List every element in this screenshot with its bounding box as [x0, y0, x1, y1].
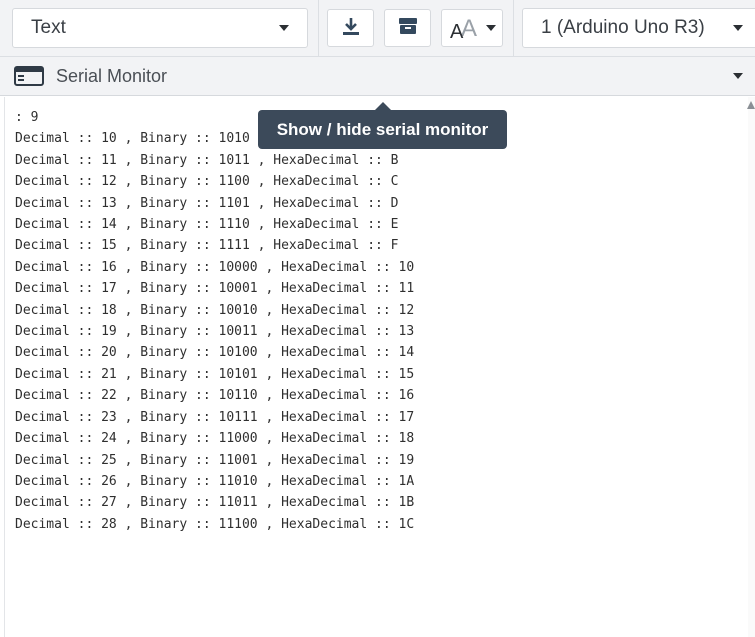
archive-icon: [396, 15, 420, 42]
output-line: Decimal :: 15 , Binary :: 1111 , HexaDec…: [15, 238, 399, 254]
chevron-down-icon: [733, 25, 743, 31]
output-line: Decimal :: 27 , Binary :: 11011 , HexaDe…: [15, 495, 415, 511]
serial-monitor-header[interactable]: Serial Monitor: [0, 57, 755, 96]
output-line: Decimal :: 13 , Binary :: 1101 , HexaDec…: [15, 195, 399, 211]
scrollbar[interactable]: [748, 97, 755, 637]
chevron-down-icon: [279, 25, 289, 31]
device-dropdown-label: 1 (Arduino Uno R3): [541, 17, 705, 38]
tooltip-arrow: [375, 102, 391, 110]
output-line: Decimal :: 24 , Binary :: 11000 , HexaDe…: [15, 431, 415, 447]
text-size-button[interactable]: A A: [441, 9, 503, 47]
download-icon: [340, 15, 362, 42]
output-line: Decimal :: 20 , Binary :: 10100 , HexaDe…: [15, 345, 415, 361]
output-line: Decimal :: 25 , Binary :: 11001 , HexaDe…: [15, 452, 415, 468]
serial-monitor-title: Serial Monitor: [56, 65, 168, 86]
output-line: Decimal :: 18 , Binary :: 10010 , HexaDe…: [15, 302, 415, 318]
svg-text:A: A: [461, 15, 477, 40]
window-icon: [14, 66, 44, 86]
toolbar: Text A A 1 (Arduino Uno R3): [0, 0, 755, 57]
output-line: Decimal :: 28 , Binary :: 11100 , HexaDe…: [15, 516, 415, 532]
svg-text:A: A: [450, 21, 464, 40]
tooltip: Show / hide serial monitor: [258, 110, 507, 149]
mode-dropdown-label: Text: [31, 17, 66, 38]
output-line: Decimal :: 23 , Binary :: 10111 , HexaDe…: [15, 409, 415, 425]
toolbar-divider: [513, 0, 514, 57]
output-line: Decimal :: 26 , Binary :: 11010 , HexaDe…: [15, 473, 415, 489]
output-line: Decimal :: 21 , Binary :: 10101 , HexaDe…: [15, 366, 415, 382]
output-line: Decimal :: 12 , Binary :: 1100 , HexaDec…: [15, 174, 399, 190]
serial-output[interactable]: : 9 Decimal :: 10 , Binary :: 1010 , Hexa…: [4, 97, 748, 637]
scroll-up-icon[interactable]: [747, 101, 755, 109]
output-line: Decimal :: 22 , Binary :: 10110 , HexaDe…: [15, 388, 415, 404]
clear-button[interactable]: [384, 9, 431, 47]
output-line: Decimal :: 16 , Binary :: 10000 , HexaDe…: [15, 259, 415, 275]
output-line: Decimal :: 14 , Binary :: 1110 , HexaDec…: [15, 217, 399, 233]
download-button[interactable]: [327, 9, 374, 47]
chevron-down-icon: [733, 73, 743, 79]
chevron-down-icon: [486, 25, 496, 31]
mode-dropdown[interactable]: Text: [12, 8, 308, 48]
output-line: Decimal :: 19 , Binary :: 10011 , HexaDe…: [15, 324, 415, 340]
text-size-icon: A A: [448, 12, 482, 45]
output-line: Decimal :: 11 , Binary :: 1011 , HexaDec…: [15, 152, 399, 168]
device-dropdown[interactable]: 1 (Arduino Uno R3): [522, 8, 755, 48]
output-line: Decimal :: 17 , Binary :: 10001 , HexaDe…: [15, 281, 415, 297]
toolbar-divider: [318, 0, 319, 57]
